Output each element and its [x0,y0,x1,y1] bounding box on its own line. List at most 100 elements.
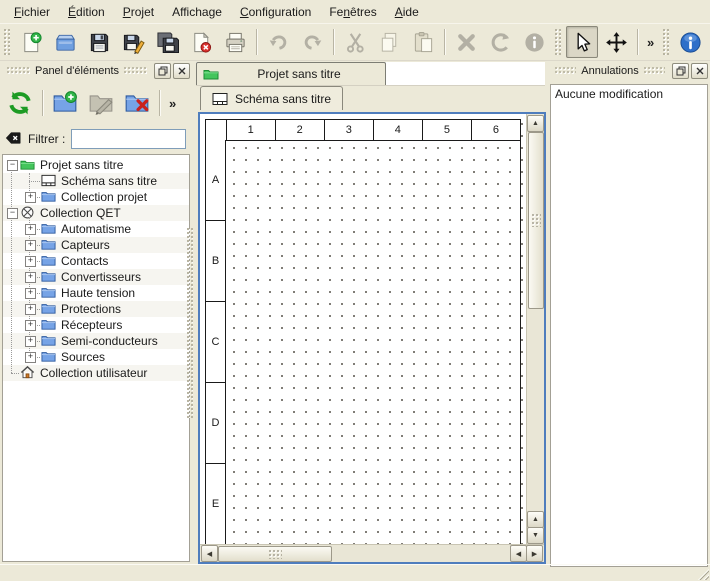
qet-icon [20,205,35,220]
folder-delete-button[interactable] [119,85,155,121]
scroll-up-button[interactable]: ▲ [527,115,544,132]
tree-expander-plus[interactable]: + [25,304,36,315]
tree-item-automatisme[interactable]: +Automatisme [3,221,189,237]
tree-item-label: Schéma sans titre [61,174,157,188]
save-as-button[interactable] [117,26,149,58]
info-blue-button[interactable] [674,26,706,58]
toolbar-drag-handle[interactable] [555,29,561,55]
filter-input[interactable] [71,129,186,149]
folder-new-button[interactable] [47,85,83,121]
tree-item-collection-qet[interactable]: −Collection QET [3,205,189,221]
copy-icon [378,31,401,54]
tree-expander-plus[interactable]: + [25,192,36,203]
schema-window: 123456 ABCDE ▲ ▲ ▼ ◀ ◀ ▶ [198,112,546,564]
scroll-left-button[interactable]: ◀ [201,545,218,562]
toolbar-drag-handle[interactable] [4,29,10,55]
menu-aide[interactable]: Aide [386,2,428,22]
tree-expander-plus[interactable]: + [25,272,36,283]
vertical-scroll-thumb[interactable] [528,132,544,309]
schema-corner-cell [206,120,227,140]
new-file-button[interactable] [15,26,47,58]
horizontal-scrollbar[interactable]: ◀ ◀ ▶ [200,544,544,562]
schema-row-headers: ABCDE [206,140,226,545]
close-file-button[interactable] [185,26,217,58]
tree-expander-plus[interactable]: + [25,352,36,363]
tree-expander-plus[interactable]: + [25,320,36,331]
dock-drag-handle[interactable] [555,67,576,75]
tree-item-recepteurs[interactable]: + Récepteurs [3,317,189,333]
dock-drag-handle[interactable] [124,67,147,75]
menu-edition[interactable]: Édition [59,2,114,22]
float-panel-button[interactable] [672,63,689,79]
tree-expander-minus[interactable]: − [7,160,18,171]
vertical-scrollbar[interactable]: ▲ ▲ ▼ [526,114,544,545]
menu-affichage[interactable]: Affichage [163,2,231,22]
toolbar-overflow-button[interactable]: » [164,94,181,113]
toolbar-drag-handle[interactable] [663,29,669,55]
menu-projet[interactable]: Projet [114,2,163,22]
tab-schema[interactable]: Schéma sans titre [200,86,343,110]
tree-item-label: Collection projet [61,190,147,204]
schema-column-5: 5 [423,120,472,140]
tree-expander-plus[interactable]: + [25,224,36,235]
close-file-icon [190,31,213,54]
horizontal-scroll-thumb[interactable] [218,546,332,562]
print-button[interactable] [219,26,251,58]
dock-drag-handle[interactable] [644,67,665,75]
move-icon [605,31,628,54]
tree-item-label: Récepteurs [61,318,122,332]
schema-canvas[interactable]: 123456 ABCDE [200,114,527,545]
tree-item-semi-conducteurs[interactable]: +Semi-conducteurs [3,333,189,349]
undo-list-item[interactable]: Aucune modification [551,85,707,103]
scroll-left-button-2[interactable]: ◀ [510,545,527,562]
select-arrow-button[interactable] [566,26,598,58]
redo-button [296,26,328,58]
open-file-button[interactable] [49,26,81,58]
tab-project[interactable]: Projet sans titre [196,62,386,85]
schema-column-6: 6 [472,120,520,140]
tree-item-collection-utilisateur[interactable]: Collection utilisateur [3,365,189,381]
scroll-up-button-2[interactable]: ▲ [527,511,544,528]
rotate-icon [489,31,512,54]
clear-filter-icon[interactable] [4,129,22,150]
schema-column-4: 4 [374,120,423,140]
tree-item-haute-tension[interactable]: +Haute tension [3,285,189,301]
menu-configuration[interactable]: Configuration [231,2,320,22]
tree-expander-plus[interactable]: + [25,336,36,347]
tree-item-protections[interactable]: +Protections [3,301,189,317]
tree-item-contacts[interactable]: +Contacts [3,253,189,269]
tree-expander-plus[interactable]: + [25,256,36,267]
toolbar-overflow-button[interactable]: » [642,33,659,52]
dock-splitter-handle[interactable] [187,228,193,418]
resize-grip[interactable] [696,567,709,580]
save-button[interactable] [83,26,115,58]
menu-fenetres[interactable]: Fenêtres [320,2,385,22]
menu-fichier[interactable]: Fichier [5,2,59,22]
elements-panel-title: Panel d'éléments [35,65,119,77]
scroll-right-button[interactable]: ▶ [526,545,543,562]
up-arrow-icon: ▲ [532,120,539,127]
tree-expander-plus[interactable]: + [25,240,36,251]
move-button[interactable] [600,26,632,58]
tree-item-projet-sans-titre[interactable]: −Projet sans titre [3,157,189,173]
close-panel-button[interactable] [173,63,190,79]
dock-drag-handle[interactable] [7,67,30,75]
tree-item-capteurs[interactable]: +Capteurs [3,237,189,253]
schema-frame: 123456 ABCDE [205,119,521,545]
tree-expander-plus[interactable]: + [25,288,36,299]
tree-item-convertisseurs[interactable]: +Convertisseurs [3,269,189,285]
tree-item-collection-projet[interactable]: + Collection projet [3,189,189,205]
tree-expander-minus[interactable]: − [7,208,18,219]
undo-panel-header: Annulations [550,63,708,79]
elements-panel-header: Panel d'éléments [2,63,190,79]
toolbar-group-1 [0,24,551,60]
elements-panel-toolbar: » [2,84,181,122]
float-panel-button[interactable] [154,63,171,79]
toolbar-separator [159,90,160,116]
tree-item-sources[interactable]: +Sources [3,349,189,365]
refresh-button[interactable] [2,85,38,121]
toolbar-separator [637,29,638,55]
close-panel-button[interactable] [691,63,708,79]
scroll-down-button[interactable]: ▼ [527,527,544,544]
save-all-button[interactable] [151,26,183,58]
